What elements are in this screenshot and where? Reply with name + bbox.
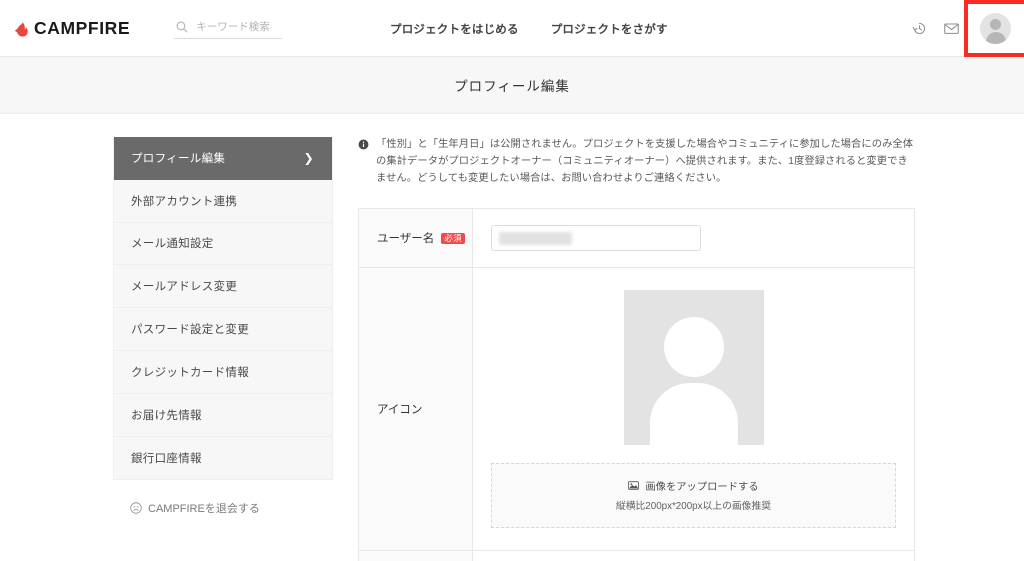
- username-input[interactable]: [491, 225, 701, 252]
- sidebar-item-bank-account[interactable]: 銀行口座情報: [114, 437, 332, 480]
- sidebar-item-external-accounts[interactable]: 外部アカウント連携: [114, 180, 332, 223]
- avatar-body: [985, 32, 1006, 44]
- form-label-username: ユーザー名 必須: [359, 209, 473, 268]
- image-upload-dropzone[interactable]: 画像をアップロードする 縦横比200px*200px以上の画像推奨: [491, 463, 896, 529]
- sidebar-item-label: クレジットカード情報: [131, 366, 249, 379]
- form-label-username-text: ユーザー名: [377, 233, 435, 246]
- info-icon: [358, 139, 369, 150]
- page-title-bar: プロフィール編集: [0, 57, 1024, 114]
- main-navigation: プロジェクトをはじめる プロジェクトをさがす: [390, 0, 668, 57]
- header-actions: [903, 0, 1024, 57]
- sidebar-item-label: お届け先情報: [131, 409, 202, 422]
- profile-edit-main: 「性別」と「生年月日」は公開されません。プロジェクトを支援した場合やコミュニティ…: [358, 137, 915, 561]
- sidebar-item-shipping-address[interactable]: お届け先情報: [114, 394, 332, 437]
- privacy-notice-text: 「性別」と「生年月日」は公開されません。プロジェクトを支援した場合やコミュニティ…: [376, 139, 914, 184]
- sidebar-item-label: 銀行口座情報: [131, 452, 202, 465]
- upload-label-row: 画像をアップロードする: [492, 478, 895, 493]
- mail-icon-glyph: [943, 23, 959, 34]
- search-input[interactable]: [194, 20, 281, 34]
- page-title: プロフィール編集: [454, 79, 570, 94]
- profile-icon-head: [663, 317, 724, 378]
- mail-icon[interactable]: [935, 0, 967, 57]
- sidebar-item-label: 外部アカウント連携: [131, 195, 238, 208]
- site-header: CAMPFIRE プロジェクトをはじめる プロジェクトをさがす: [0, 0, 1024, 57]
- required-badge: 必須: [441, 232, 465, 245]
- withdraw-link[interactable]: CAMPFIREを退会する: [113, 480, 333, 516]
- search-icon: [176, 21, 188, 33]
- sad-face-icon: [130, 502, 142, 515]
- sidebar-item-label: パスワード設定と変更: [131, 324, 249, 337]
- search-box[interactable]: [174, 17, 283, 39]
- form-value-username: [473, 209, 914, 267]
- form-label-icon: アイコン: [359, 268, 473, 551]
- history-icon-glyph: [912, 22, 925, 35]
- form-value-country: 日本: [473, 551, 914, 561]
- sidebar-item-profile-edit[interactable]: プロフィール編集 ❯: [114, 137, 332, 180]
- redacted-username-value: [499, 232, 572, 246]
- history-icon[interactable]: [903, 0, 935, 57]
- brand-name: CAMPFIRE: [34, 17, 131, 38]
- withdraw-label: CAMPFIREを退会する: [148, 503, 260, 516]
- campfire-flame-icon: [14, 19, 28, 37]
- sidebar-list: プロフィール編集 ❯ 外部アカウント連携 メール通知設定 メールアドレス変更 パ…: [113, 137, 333, 481]
- avatar: [980, 13, 1011, 44]
- nav-start-project[interactable]: プロジェクトをはじめる: [390, 21, 519, 37]
- form-label-icon-text: アイコン: [377, 404, 423, 417]
- sidebar-item-label: プロフィール編集: [131, 153, 226, 166]
- sidebar-item-label: メール通知設定: [131, 238, 214, 251]
- sidebar-item-credit-card[interactable]: クレジットカード情報: [114, 351, 332, 394]
- profile-icon-preview: [623, 290, 764, 446]
- nav-find-project[interactable]: プロジェクトをさがす: [551, 21, 668, 37]
- upload-hint: 縦横比200px*200px以上の画像推奨: [615, 501, 772, 513]
- sidebar-item-mail-notification[interactable]: メール通知設定: [114, 223, 332, 266]
- settings-sidebar: プロフィール編集 ❯ 外部アカウント連携 メール通知設定 メールアドレス変更 パ…: [113, 137, 333, 560]
- brand-logo-link[interactable]: CAMPFIRE: [14, 18, 130, 39]
- profile-icon-body: [649, 383, 738, 446]
- image-icon: [628, 481, 640, 491]
- profile-form-table: ユーザー名 必須 アイコン 画像をアップロードする 縦横比200px*200px…: [358, 208, 915, 561]
- avatar-head: [990, 19, 1001, 30]
- chevron-right-icon: ❯: [303, 151, 314, 166]
- page-body: プロフィール編集 ❯ 外部アカウント連携 メール通知設定 メールアドレス変更 パ…: [0, 114, 1024, 561]
- sidebar-item-change-email[interactable]: メールアドレス変更: [114, 265, 332, 309]
- account-avatar-button[interactable]: [967, 0, 1024, 57]
- sidebar-item-password[interactable]: パスワード設定と変更: [114, 308, 332, 351]
- form-label-country: 在住国: [359, 551, 473, 561]
- form-row-username: ユーザー名 必須: [359, 209, 914, 269]
- form-row-icon: アイコン 画像をアップロードする 縦横比200px*200px以上の画像推奨: [359, 268, 914, 552]
- form-row-country: 在住国 日本: [359, 551, 914, 561]
- sidebar-item-label: メールアドレス変更: [131, 281, 238, 294]
- upload-label: 画像をアップロードする: [645, 482, 759, 494]
- form-value-icon: 画像をアップロードする 縦横比200px*200px以上の画像推奨: [473, 268, 914, 550]
- privacy-notice: 「性別」と「生年月日」は公開されません。プロジェクトを支援した場合やコミュニティ…: [358, 137, 915, 187]
